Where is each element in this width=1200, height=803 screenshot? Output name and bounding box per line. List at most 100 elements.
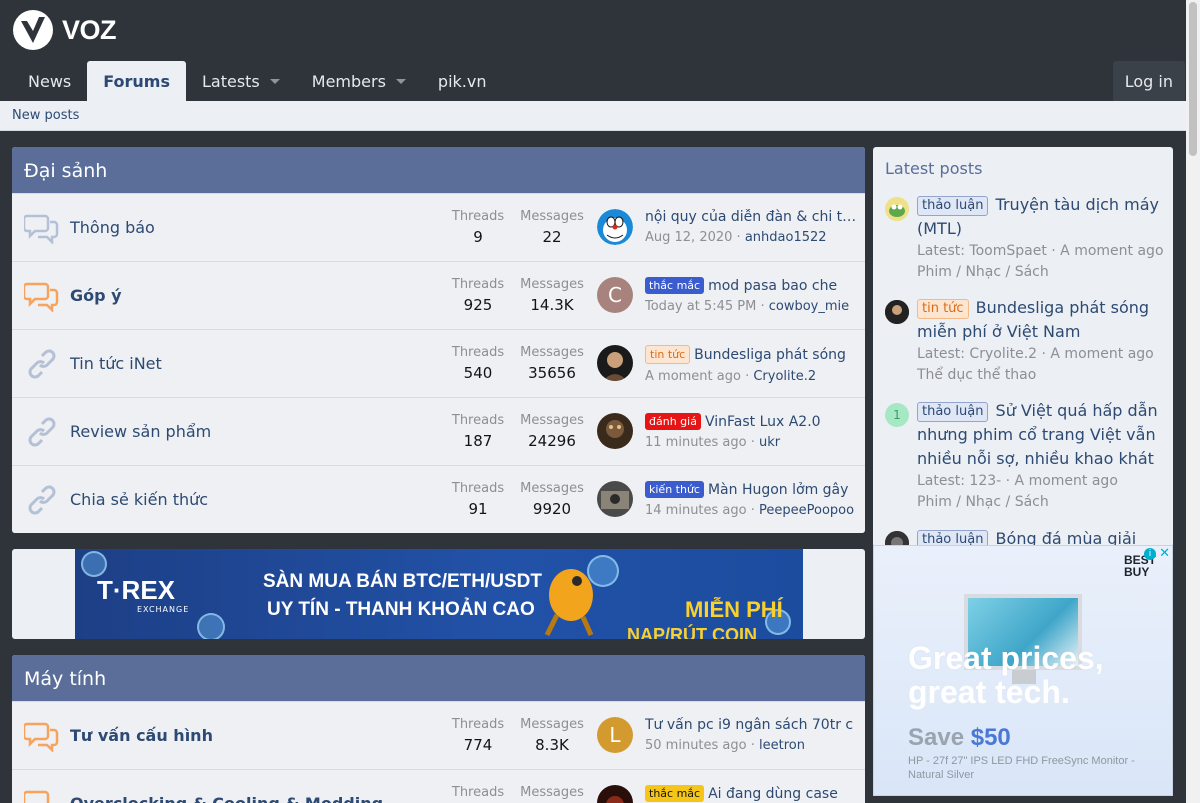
messages-label: Messages xyxy=(520,413,584,428)
last-post-title[interactable]: Tư vấn pc i9 ngân sách 70tr c xyxy=(645,717,857,733)
last-post-meta: A moment ago · Cryolite.2 xyxy=(645,369,817,384)
latest-post-meta[interactable]: Latest: ToomSpaet · A moment ago xyxy=(917,241,1165,262)
avatar[interactable] xyxy=(597,209,633,245)
ad-save-label: Save xyxy=(908,724,971,751)
latest-post-title[interactable]: thảo luận Bóng đá mùa giải xyxy=(917,527,1165,547)
avatar[interactable] xyxy=(597,345,633,381)
last-post-title[interactable]: thắc mắc Ai đang dùng case xyxy=(645,785,857,802)
thread-prefix[interactable]: thắc mắc xyxy=(645,277,705,294)
last-post-title[interactable]: tin tức Bundesliga phát sóng xyxy=(645,345,857,364)
last-post-title[interactable]: nội quy của diễn đàn & chi tiết xyxy=(645,209,857,225)
nav-members[interactable]: Members xyxy=(296,61,422,101)
last-post-date[interactable]: Aug 12, 2020 xyxy=(645,230,732,245)
avatar[interactable] xyxy=(597,481,633,517)
avatar[interactable] xyxy=(597,413,633,449)
scrollbar-thumb[interactable] xyxy=(1189,2,1197,156)
forum-title[interactable]: Góp ý xyxy=(70,286,122,305)
last-post-user[interactable]: cowboy_mie xyxy=(769,299,849,314)
last-post-user[interactable]: PeepeePoopoo xyxy=(759,503,854,518)
nav-pik[interactable]: pik.vn xyxy=(422,61,503,101)
thread-prefix[interactable]: tin tức xyxy=(917,299,969,319)
last-post-title[interactable]: thắc mắc mod pasa bao che xyxy=(645,277,857,294)
close-icon[interactable]: ✕ xyxy=(1159,546,1170,561)
last-post: thắc mắc mod pasa bao che Today at 5:45 P… xyxy=(645,277,857,314)
last-post-title[interactable]: kiến thức Màn Hugon lởm gây xyxy=(645,481,857,498)
nav-latests-label: Latests xyxy=(201,71,260,91)
forum-title[interactable]: Review sản phẩm xyxy=(70,422,211,441)
avatar[interactable]: L xyxy=(597,717,633,753)
coin-icon xyxy=(81,551,107,577)
threads-count: 774 xyxy=(463,736,493,754)
forum-title[interactable]: Overclocking & Cooling & Modding xyxy=(70,794,383,803)
last-post-user[interactable]: Cryolite.2 xyxy=(753,369,816,384)
last-post-title-text[interactable]: mod pasa bao che xyxy=(708,278,837,294)
last-post-title-text[interactable]: nội quy của diễn đàn & chi tiết xyxy=(645,209,857,225)
avatar[interactable]: C xyxy=(597,277,633,313)
last-post-title-text[interactable]: VinFast Lux A2.0 xyxy=(705,414,821,430)
trex-banner-ad[interactable]: T·REX EXCHANGE SÀN MUA BÁN BTC/ETH/USDT … xyxy=(75,549,803,639)
nav-forums[interactable]: Forums xyxy=(87,61,186,101)
thread-prefix[interactable]: thắc mắc xyxy=(645,785,705,802)
forum-title[interactable]: Chia sẻ kiến thức xyxy=(70,490,208,509)
category-title[interactable]: Máy tính xyxy=(12,655,865,701)
bestbuy-display-ad[interactable]: Great prices, great tech. Save $50 HP - … xyxy=(873,545,1173,796)
avatar[interactable]: 1 xyxy=(885,403,909,427)
chevron-down-icon[interactable] xyxy=(395,78,406,84)
latest-post-title[interactable]: thảo luận Truyện tàu dịch máy (MTL) xyxy=(917,193,1165,241)
last-post-date[interactable]: 11 minutes ago xyxy=(645,435,747,450)
last-post-title-text[interactable]: Màn Hugon lởm gây xyxy=(708,482,848,498)
latest-post-title[interactable]: tin tức Bundesliga phát sóng miễn phí ở … xyxy=(917,296,1165,344)
user-photo-icon xyxy=(606,420,624,438)
nav-news[interactable]: News xyxy=(12,61,87,101)
last-post-title-text[interactable]: Ai đang dùng case xyxy=(708,786,838,802)
last-post-user[interactable]: leetron xyxy=(759,738,805,753)
thread-prefix[interactable]: đánh giá xyxy=(645,413,701,430)
last-post-date[interactable]: Today at 5:45 PM xyxy=(645,299,756,314)
latest-post-content: tin tức Bundesliga phát sóng miễn phí ở … xyxy=(917,296,1165,386)
forum-title[interactable]: Tin tức iNet xyxy=(70,354,162,373)
last-post-date[interactable]: 50 minutes ago xyxy=(645,738,747,753)
threads-label: Threads xyxy=(451,209,505,224)
forum-title[interactable]: Thông báo xyxy=(70,218,155,237)
thread-prefix[interactable]: kiến thức xyxy=(645,481,704,498)
thread-prefix[interactable]: tin tức xyxy=(645,345,691,364)
latest-post-meta[interactable]: Latest: 123- · A moment ago xyxy=(917,471,1165,492)
latest-post-title[interactable]: thảo luận Sử Việt quá hấp dẫn nhưng phim… xyxy=(917,399,1165,471)
threads-stat: Threads 187 xyxy=(450,413,506,450)
threads-stat: Threads 540 xyxy=(450,345,506,382)
last-post-title-text[interactable]: Bundesliga phát sóng xyxy=(694,347,846,363)
forum-node: Tư vấn cấu hình Threads 774 Messages 8.3K … xyxy=(12,701,865,769)
latest-post-forum[interactable]: Phim / Nhạc / Sách xyxy=(917,492,1165,513)
last-post-title-text[interactable]: Tư vấn pc i9 ngân sách 70tr c xyxy=(645,717,853,733)
thread-prefix[interactable]: thảo luận xyxy=(917,196,989,216)
avatar[interactable] xyxy=(597,785,633,803)
threads-label: Threads xyxy=(451,277,505,292)
ad-info-icon[interactable]: i xyxy=(1144,548,1156,560)
last-post-title[interactable]: đánh giá VinFast Lux A2.0 xyxy=(645,413,857,430)
new-posts-link[interactable]: New posts xyxy=(12,108,79,123)
site-logo[interactable]: VOZ xyxy=(12,9,117,51)
latest-post-forum[interactable]: Thể dục thể thao xyxy=(917,365,1165,386)
forum-node: Chia sẻ kiến thức Threads 91 Messages 9920… xyxy=(12,465,865,533)
frog-avatar-icon xyxy=(885,197,909,221)
category-title[interactable]: Đại sảnh xyxy=(12,147,865,193)
voz-logo-icon xyxy=(13,10,53,50)
avatar[interactable] xyxy=(885,197,909,221)
page-scrollbar[interactable] xyxy=(1186,0,1200,803)
last-post-date[interactable]: A moment ago xyxy=(645,369,741,384)
last-post-date[interactable]: 14 minutes ago xyxy=(645,503,747,518)
threads-label: Threads xyxy=(451,481,505,496)
chevron-down-icon[interactable] xyxy=(269,78,280,84)
login-button[interactable]: Log in xyxy=(1112,61,1185,101)
last-post-user[interactable]: ukr xyxy=(759,435,780,450)
avatar[interactable] xyxy=(885,300,909,324)
nav-latests[interactable]: Latests xyxy=(186,61,296,101)
latest-post-forum[interactable]: Phim / Nhạc / Sách xyxy=(917,262,1165,283)
last-post: nội quy của diễn đàn & chi tiết Aug 12, … xyxy=(645,209,857,245)
latest-post-meta[interactable]: Latest: Cryolite.2 · A moment ago xyxy=(917,344,1165,365)
latest-posts-title[interactable]: Latest posts xyxy=(885,159,982,178)
last-post-user[interactable]: anhdao1522 xyxy=(745,230,827,245)
thread-prefix[interactable]: thảo luận xyxy=(917,402,989,422)
forum-title[interactable]: Tư vấn cấu hình xyxy=(70,726,213,745)
threads-label: Threads xyxy=(451,717,505,732)
